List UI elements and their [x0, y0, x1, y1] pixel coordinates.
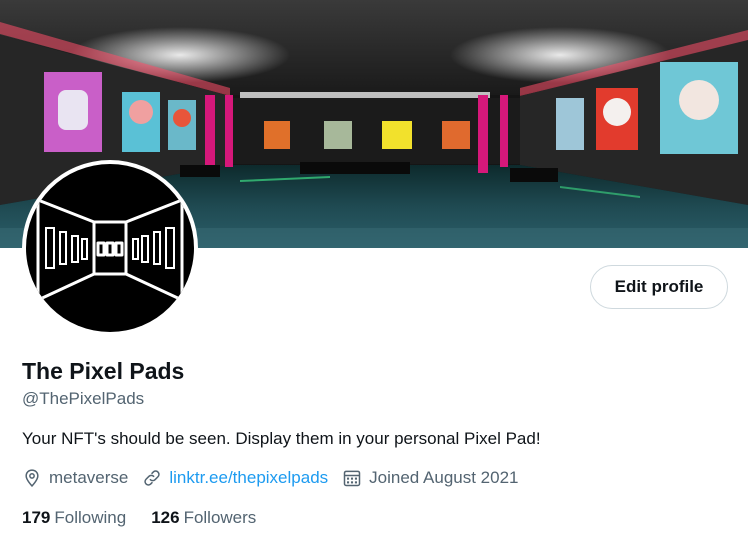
location-text: metaverse: [49, 468, 129, 487]
profile-meta: metaverse linktr.ee/thepixelpads Joined …: [22, 465, 533, 491]
profile-stats: 179 Following 126 Followers: [22, 506, 281, 530]
joined-text: Joined August 2021: [369, 468, 519, 487]
profile-location: metaverse: [22, 468, 128, 488]
profile-bio: Your NFT's should be seen. Display them …: [22, 429, 541, 448]
profile-name: The Pixel Pads: [22, 358, 185, 384]
following-count: 179: [22, 508, 51, 527]
link-icon: [144, 470, 161, 486]
profile-joined: Joined August 2021: [342, 468, 519, 488]
profile-avatar[interactable]: [22, 160, 198, 336]
pixel-pads-logo: [36, 198, 184, 302]
profile-website[interactable]: linktr.ee/thepixelpads: [142, 468, 328, 488]
following-label: Following: [54, 508, 127, 527]
profile-handle: @ThePixelPads: [22, 389, 145, 408]
website-link[interactable]: linktr.ee/thepixelpads: [169, 468, 328, 488]
following-link[interactable]: 179 Following: [22, 508, 126, 528]
edit-profile-button[interactable]: Edit profile: [590, 265, 728, 309]
calendar-icon: [343, 470, 361, 487]
location-pin-icon: [25, 469, 39, 487]
followers-link[interactable]: 126 Followers: [151, 508, 256, 528]
followers-label: Followers: [183, 508, 257, 527]
followers-count: 126: [151, 508, 180, 527]
